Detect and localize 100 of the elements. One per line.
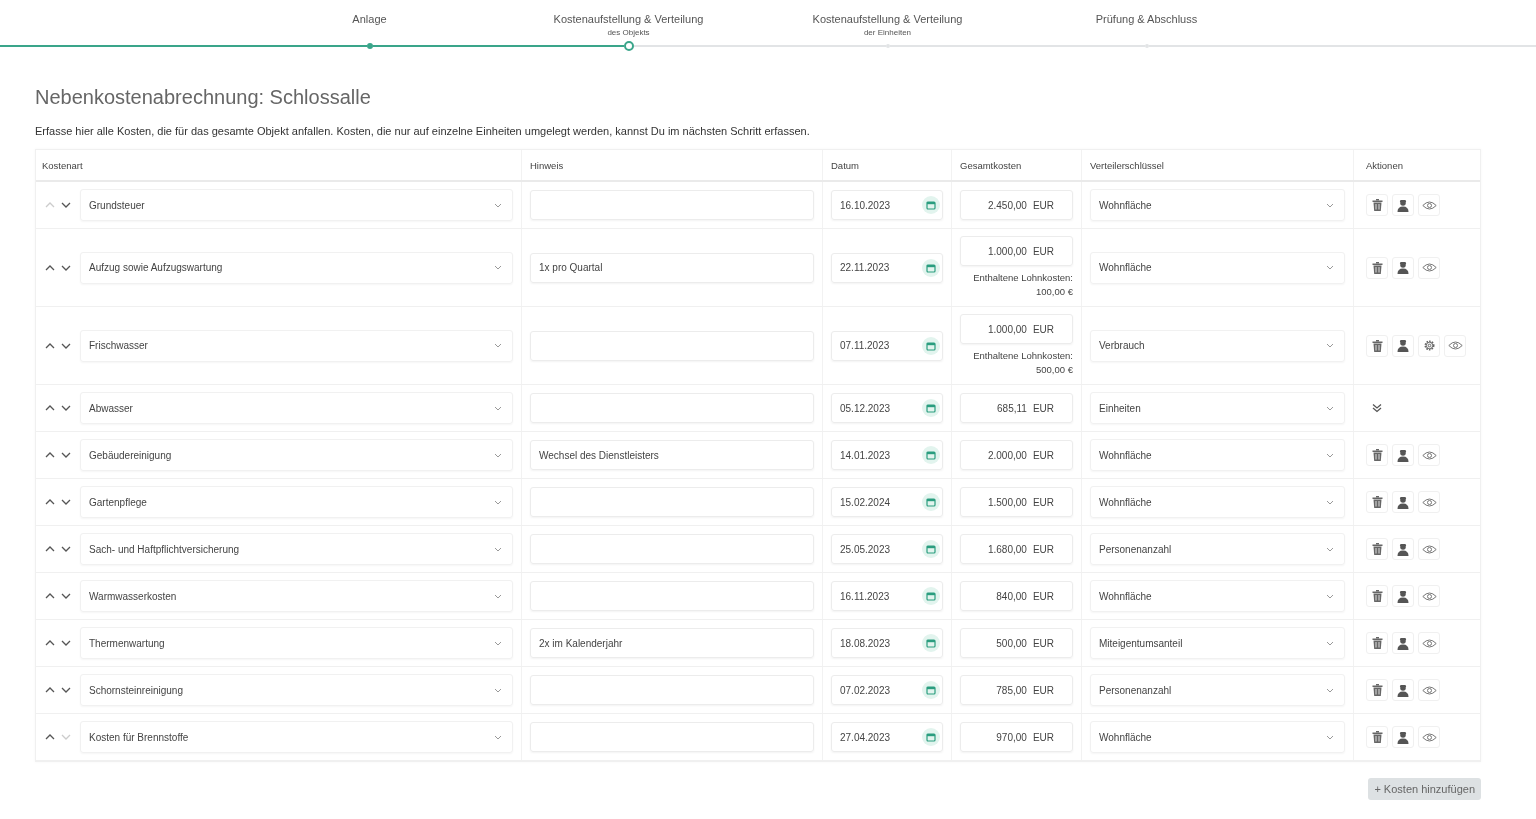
delete-button[interactable] (1366, 538, 1388, 560)
eye-icon (1421, 732, 1437, 742)
step-dot[interactable] (366, 43, 373, 49)
amount-field[interactable]: 1.000,00 EUR (960, 314, 1073, 344)
amount-field[interactable]: 1.500,00 EUR (960, 487, 1073, 517)
calendar-icon[interactable] (922, 196, 940, 214)
step-label[interactable]: Kostenaufstellung & Verteilung (812, 13, 963, 25)
person-icon (1397, 730, 1409, 744)
view-button[interactable] (1444, 334, 1466, 357)
cost-type-select[interactable]: Gartenpflege (80, 486, 513, 518)
date-field[interactable]: 25.05.2023 (831, 534, 943, 564)
date-field[interactable]: 22.11.2023 (831, 252, 943, 283)
note-field[interactable]: 2x im Kalenderjahr (530, 628, 814, 658)
amount-field[interactable]: 2.000,00 EUR (960, 440, 1073, 470)
step-dot[interactable] (623, 41, 634, 51)
chevron-up-icon (45, 593, 55, 599)
allocation-key-select[interactable]: Personenanzahl (1090, 674, 1345, 706)
calendar-icon[interactable] (922, 681, 940, 699)
allocation-key-select[interactable]: Wohnfläche (1090, 189, 1345, 221)
trash-icon (1371, 684, 1383, 696)
chevron-down-icon (61, 264, 71, 271)
allocation-key-select[interactable]: Wohnfläche (1090, 721, 1345, 753)
note-field[interactable]: Wechsel des Dienstleisters (530, 440, 814, 470)
delete-button[interactable] (1366, 491, 1388, 513)
delete-button[interactable] (1366, 334, 1388, 357)
chevron-up-icon (45, 734, 55, 740)
worker-button[interactable] (1392, 632, 1414, 654)
date-field[interactable]: 27.04.2023 (831, 722, 943, 752)
currency-label: EUR (1032, 590, 1054, 602)
allocation-key-select[interactable]: Verbrauch (1090, 329, 1345, 362)
amount-field[interactable]: 685,11 EUR (960, 393, 1073, 423)
worker-button[interactable] (1392, 256, 1414, 279)
worker-button[interactable] (1392, 585, 1414, 607)
allocation-key-select[interactable]: Wohnfläche (1090, 439, 1345, 471)
allocation-key-select[interactable]: Miteigentumsanteil (1090, 627, 1345, 659)
allocation-key-select[interactable]: Personenanzahl (1090, 533, 1345, 565)
step-label[interactable]: Kostenaufstellung & Verteilung (553, 13, 704, 25)
calendar-icon[interactable] (922, 493, 940, 511)
allocation-key-select[interactable]: Wohnfläche (1090, 251, 1345, 284)
step-label[interactable]: Prüfung & Abschluss (1095, 13, 1198, 25)
person-icon (1397, 198, 1409, 212)
step-label[interactable]: Anlage (352, 13, 387, 25)
worker-button[interactable] (1392, 334, 1414, 357)
worker-button[interactable] (1392, 679, 1414, 701)
add-cost-button[interactable]: + Kosten hinzufügen (1368, 778, 1481, 800)
amount-field[interactable]: 2.450,00 EUR (960, 190, 1073, 220)
delete-button[interactable] (1366, 726, 1388, 748)
delete-button[interactable] (1366, 585, 1388, 607)
amount-field[interactable]: 1.680,00 EUR (960, 534, 1073, 564)
allocation-key-select[interactable]: Wohnfläche (1090, 486, 1345, 518)
delete-button[interactable] (1366, 256, 1388, 279)
delete-button[interactable] (1366, 444, 1388, 466)
labor-cost-label: Enthaltene Lohnkosten: (973, 271, 1073, 285)
delete-button[interactable] (1366, 632, 1388, 654)
cost-type-select[interactable]: Thermenwartung (80, 627, 513, 659)
amount-field[interactable]: 1.000,00 EUR (960, 236, 1073, 266)
delete-button[interactable] (1366, 194, 1388, 216)
cost-type-select[interactable]: Schornsteinreinigung (80, 674, 513, 706)
amount-field[interactable]: 785,00 EUR (960, 675, 1073, 705)
calendar-icon[interactable] (922, 258, 940, 277)
worker-button[interactable] (1392, 491, 1414, 513)
date-field[interactable]: 18.08.2023 (831, 628, 943, 658)
amount-field[interactable]: 970,00 EUR (960, 722, 1073, 752)
cost-type-select[interactable]: Grundsteuer (80, 189, 513, 221)
date-field[interactable]: 05.12.2023 (831, 393, 943, 423)
date-field[interactable]: 07.02.2023 (831, 675, 943, 705)
amount-field[interactable]: 500,00 EUR (960, 628, 1073, 658)
date-field[interactable]: 07.11.2023 (831, 330, 943, 361)
date-field[interactable]: 15.02.2024 (831, 487, 943, 517)
cost-type-select[interactable]: Sach- und Haftpflichtversicherung (80, 533, 513, 565)
date-field[interactable]: 16.10.2023 (831, 190, 943, 220)
cost-type-select[interactable]: Kosten für Brennstoffe (80, 721, 513, 753)
trash-icon (1371, 339, 1383, 352)
delete-button[interactable] (1366, 679, 1388, 701)
cost-type-select[interactable]: Frischwasser (80, 329, 513, 362)
cost-type-select[interactable]: Abwasser (80, 392, 513, 424)
worker-button[interactable] (1392, 726, 1414, 748)
worker-button[interactable] (1392, 538, 1414, 560)
currency-label: EUR (1032, 245, 1054, 257)
cost-type-select[interactable]: Warmwasserkosten (80, 580, 513, 612)
calendar-icon[interactable] (922, 446, 940, 464)
cost-type-select[interactable]: Gebäudereinigung (80, 439, 513, 471)
eye-icon (1421, 200, 1437, 210)
worker-button[interactable] (1392, 194, 1414, 216)
calendar-icon[interactable] (922, 399, 940, 417)
calendar-icon[interactable] (922, 634, 940, 652)
allocation-key-select[interactable]: Wohnfläche (1090, 580, 1345, 612)
date-field[interactable]: 14.01.2023 (831, 440, 943, 470)
date-field[interactable]: 16.11.2023 (831, 581, 943, 611)
cost-type-select[interactable]: Aufzug sowie Aufzugswartung (80, 251, 513, 284)
worker-button[interactable] (1392, 444, 1414, 466)
amount-field[interactable]: 840,00 EUR (960, 581, 1073, 611)
amount-value: 840,00 (996, 590, 1027, 602)
allocation-key-select[interactable]: Einheiten (1090, 392, 1345, 424)
calendar-icon[interactable] (922, 728, 940, 746)
calendar-icon[interactable] (922, 336, 940, 355)
settings-button[interactable] (1418, 334, 1440, 357)
note-field[interactable]: 1x pro Quartal (530, 252, 814, 283)
calendar-icon[interactable] (922, 587, 940, 605)
calendar-icon[interactable] (922, 540, 940, 558)
